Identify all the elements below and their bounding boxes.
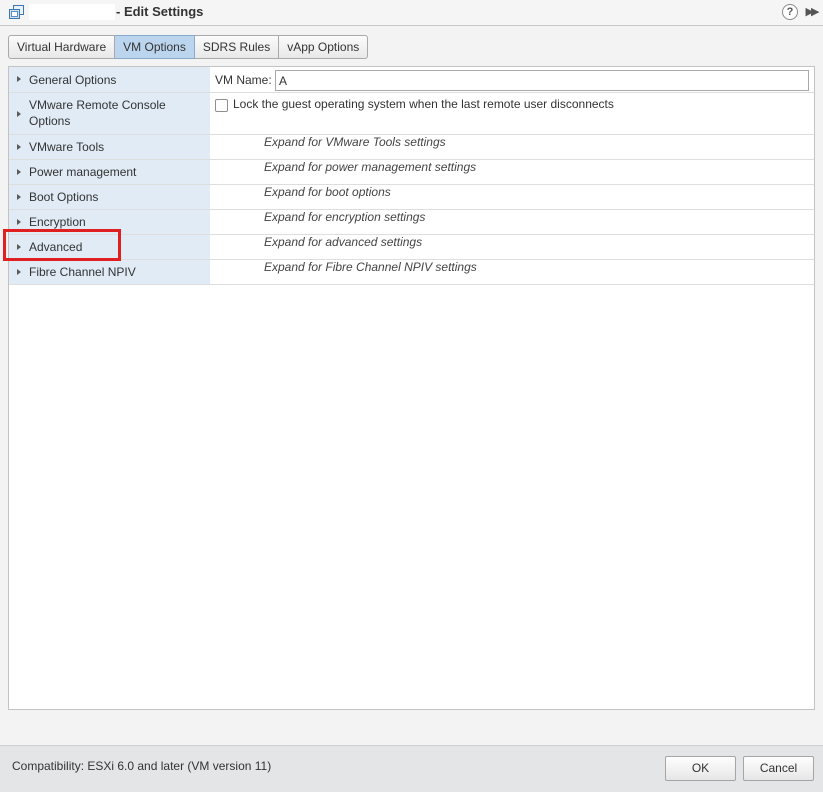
fibre-channel-npiv-toggle[interactable]: Fibre Channel NPIV bbox=[9, 260, 210, 284]
power-management-hint: Expand for power management settings bbox=[264, 160, 477, 174]
vmware-tools-toggle[interactable]: VMware Tools bbox=[9, 135, 210, 159]
row-fibre-channel-npiv: Fibre Channel NPIV Expand for Fibre Chan… bbox=[9, 260, 814, 285]
compatibility-text: Compatibility: ESXi 6.0 and later (VM ve… bbox=[12, 759, 272, 773]
power-management-label: Power management bbox=[29, 165, 137, 179]
row-power-management: Power management Expand for power manage… bbox=[9, 160, 814, 185]
general-options-label: General Options bbox=[29, 73, 117, 87]
double-chevron-right-icon[interactable]: ▶▶ bbox=[803, 3, 820, 21]
caret-right-icon[interactable] bbox=[17, 194, 21, 200]
title-bar: - Edit Settings ? ▶▶ bbox=[0, 0, 823, 26]
row-boot-options: Boot Options Expand for boot options bbox=[9, 185, 814, 210]
fibre-channel-npiv-label: Fibre Channel NPIV bbox=[29, 265, 136, 279]
tab-bar: Virtual Hardware VM Options SDRS Rules v… bbox=[8, 35, 369, 59]
caret-right-icon[interactable] bbox=[17, 111, 21, 117]
encryption-hint: Expand for encryption settings bbox=[264, 210, 426, 224]
vmware-tools-label: VMware Tools bbox=[29, 140, 105, 154]
window-title: - Edit Settings bbox=[116, 4, 204, 19]
caret-right-icon[interactable] bbox=[17, 219, 21, 225]
caret-right-icon[interactable] bbox=[17, 169, 21, 175]
vm-icon bbox=[9, 5, 24, 20]
row-encryption: Encryption Expand for encryption setting… bbox=[9, 210, 814, 235]
cancel-button[interactable]: Cancel bbox=[743, 756, 814, 781]
boot-options-label: Boot Options bbox=[29, 190, 99, 204]
tab-vm-options[interactable]: VM Options bbox=[115, 35, 195, 59]
power-management-toggle[interactable]: Power management bbox=[9, 160, 210, 184]
remote-console-options-toggle[interactable]: VMware Remote Console Options bbox=[9, 93, 210, 134]
vm-name-input[interactable] bbox=[275, 70, 809, 91]
boot-options-toggle[interactable]: Boot Options bbox=[9, 185, 210, 209]
tab-vapp-options[interactable]: vApp Options bbox=[279, 35, 369, 59]
row-vmware-tools: VMware Tools Expand for VMware Tools set… bbox=[9, 135, 814, 160]
vm-name-label: VM Name: bbox=[215, 73, 272, 87]
row-advanced: Advanced Expand for advanced settings bbox=[9, 235, 814, 260]
tab-virtual-hardware[interactable]: Virtual Hardware bbox=[8, 35, 116, 59]
lock-guest-os-checkbox[interactable] bbox=[215, 99, 228, 112]
help-icon[interactable]: ? bbox=[782, 4, 798, 20]
advanced-hint: Expand for advanced settings bbox=[264, 235, 423, 249]
dialog-footer: Compatibility: ESXi 6.0 and later (VM ve… bbox=[0, 745, 823, 792]
caret-right-icon[interactable] bbox=[17, 269, 21, 275]
row-general-options: General Options VM Name: bbox=[9, 67, 814, 93]
fibre-channel-npiv-hint: Expand for Fibre Channel NPIV settings bbox=[264, 260, 477, 274]
caret-right-icon[interactable] bbox=[17, 144, 21, 150]
redacted-vm-name bbox=[29, 4, 115, 20]
boot-options-hint: Expand for boot options bbox=[264, 185, 391, 199]
ok-button[interactable]: OK bbox=[665, 756, 736, 781]
vm-options-panel: General Options VM Name: VMware Remote C… bbox=[8, 66, 815, 710]
advanced-highlight-box bbox=[3, 229, 121, 261]
lock-guest-os-label: Lock the guest operating system when the… bbox=[233, 97, 614, 111]
tab-sdrs-rules[interactable]: SDRS Rules bbox=[194, 35, 280, 59]
caret-right-icon[interactable] bbox=[17, 76, 21, 82]
encryption-label: Encryption bbox=[29, 215, 86, 229]
remote-console-options-label: VMware Remote Console Options bbox=[29, 98, 166, 128]
vmware-tools-hint: Expand for VMware Tools settings bbox=[264, 135, 446, 149]
general-options-toggle[interactable]: General Options bbox=[9, 67, 210, 92]
